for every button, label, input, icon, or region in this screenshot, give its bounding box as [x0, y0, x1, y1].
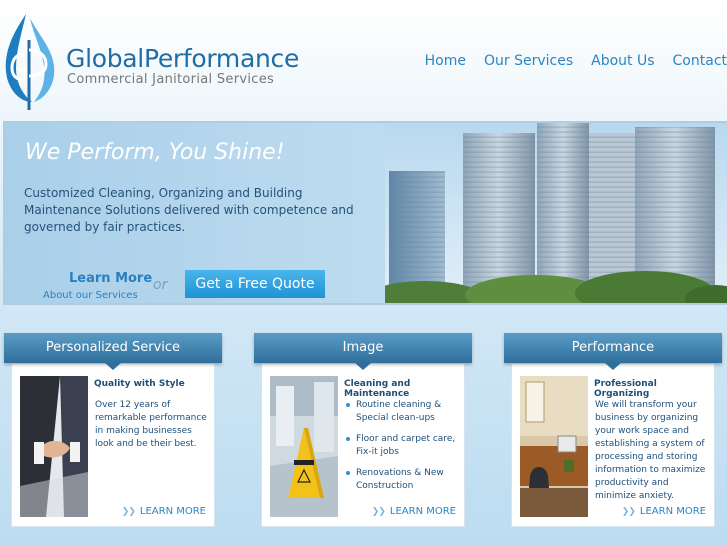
panel-text: Over 12 years of remarkable performance … [95, 400, 207, 449]
list-item: Floor and carpet care, Fix-it jobs [345, 433, 463, 459]
panel-title: Image [254, 333, 472, 363]
wet-floor-sign-photo [270, 376, 338, 517]
panel-body: Cleaning and Maintenance Routine cleanin… [261, 363, 465, 527]
panel-image: Cleaning and Maintenance Routine cleanin… [254, 333, 472, 527]
double-chevron-icon: ❯❯ [371, 507, 386, 517]
learn-more-button[interactable]: ❯❯ LEARN MORE [122, 506, 206, 517]
about-services-link[interactable]: About our Services [43, 290, 138, 301]
panel-notch [605, 363, 621, 370]
panel-title: Personalized Service [4, 333, 222, 363]
panel-title: Performance [504, 333, 722, 363]
hero-banner: We Perform, You Shine! Customized Cleani… [3, 121, 727, 305]
double-chevron-icon: ❯❯ [121, 507, 136, 517]
hero-description: Customized Cleaning, Organizing and Buil… [24, 186, 354, 234]
panel-personalized-service: Quality with Style Over 12 years of rema… [4, 333, 222, 527]
brand-tagline: Commercial Janitorial Services [67, 72, 275, 87]
panel-body: Professional Organizing We will transfor… [511, 363, 715, 527]
list-item: Routine cleaning & Special clean-ups [345, 399, 463, 425]
office-photo [520, 376, 588, 517]
buildings-photo [385, 123, 727, 303]
or-separator: or [153, 277, 168, 293]
nav-our-services[interactable]: Our Services [484, 53, 573, 69]
panel-body: Quality with Style Over 12 years of rema… [11, 363, 215, 527]
nav-home[interactable]: Home [425, 53, 466, 69]
double-chevron-icon: ❯❯ [621, 507, 636, 517]
learn-more-link[interactable]: Learn More [69, 271, 152, 286]
nav-about-us[interactable]: About Us [591, 53, 654, 69]
learn-more-button[interactable]: ❯❯ LEARN MORE [622, 506, 706, 517]
services-list: Routine cleaning & Special clean-ups Flo… [345, 399, 463, 501]
panel-heading: Professional Organizing [594, 379, 657, 399]
panel-notch [355, 363, 371, 370]
panel-heading: Cleaning and Maintenance [344, 379, 411, 399]
panel-text: We will transform your business by organ… [595, 400, 706, 501]
hero-title: We Perform, You Shine! [25, 140, 285, 165]
nav-contact[interactable]: Contact [673, 53, 727, 69]
main-nav: Home Our Services About Us Contact [425, 53, 727, 69]
learn-more-button[interactable]: ❯❯ LEARN MORE [372, 506, 456, 517]
logo-icon [5, 14, 55, 110]
handshake-photo [20, 376, 88, 517]
list-item: Renovations & New Construction [345, 467, 463, 493]
free-quote-button[interactable]: Get a Free Quote [185, 270, 325, 298]
panel-heading: Quality with Style [94, 379, 185, 389]
panel-performance: Professional Organizing We will transfor… [504, 333, 722, 527]
panel-notch [105, 363, 121, 370]
brand-name: GlobalPerformance [66, 44, 300, 73]
